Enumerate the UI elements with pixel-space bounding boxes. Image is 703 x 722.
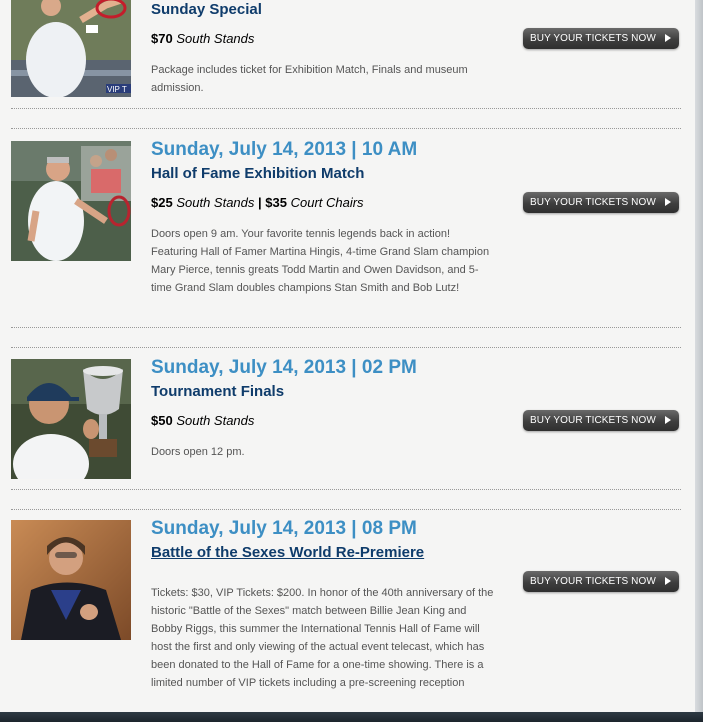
event-description: Doors open 12 pm.	[151, 446, 245, 458]
buy-tickets-button[interactable]: BUY YOUR TICKETS NOW	[523, 410, 679, 431]
price-area: Court Chairs	[290, 195, 364, 210]
event-description: Tickets: $30, VIP Tickets: $200. In hono…	[151, 587, 494, 689]
event-date: Sunday, July 14, 2013 | 10 AM	[151, 139, 418, 160]
divider	[11, 347, 681, 348]
event-title: Tournament Finals	[151, 383, 285, 400]
event-photo	[11, 141, 131, 261]
divider	[11, 108, 681, 109]
price-amount: $25	[151, 195, 173, 210]
buy-tickets-button[interactable]: BUY YOUR TICKETS NOW	[523, 28, 679, 49]
buy-tickets-label: BUY YOUR TICKETS NOW	[530, 33, 656, 44]
page-background-edge	[695, 0, 703, 712]
event-item: VIP T Sunday Special $70 South Stands Pa…	[11, 0, 681, 100]
event-title: Hall of Fame Exhibition Match	[151, 165, 365, 182]
event-date: Sunday, July 14, 2013 | 02 PM	[151, 357, 417, 378]
event-price: $70 South Stands	[151, 30, 496, 48]
buy-tickets-button[interactable]: BUY YOUR TICKETS NOW	[523, 192, 679, 213]
page-footer-edge	[0, 712, 703, 722]
price-area: South Stands	[176, 31, 255, 46]
buy-tickets-label: BUY YOUR TICKETS NOW	[530, 197, 656, 208]
divider	[11, 489, 681, 490]
event-item: Sunday, July 14, 2013 | 08 PM Battle of …	[11, 517, 681, 712]
event-photo	[11, 359, 131, 479]
event-photo: VIP T	[11, 0, 131, 97]
svg-text:VIP T: VIP T	[107, 85, 127, 94]
price-amount: $50	[151, 413, 173, 428]
event-photo	[11, 520, 131, 640]
price-area: South Stands	[176, 413, 255, 428]
event-title: Sunday Special	[151, 1, 262, 18]
play-arrow-icon	[665, 416, 671, 424]
event-date: Sunday, July 14, 2013 | 08 PM	[151, 518, 417, 539]
event-title-link[interactable]: Battle of the Sexes World Re-Premiere	[151, 543, 496, 563]
event-item: Sunday, July 14, 2013 | 02 PM Tournament…	[11, 356, 681, 486]
play-arrow-icon	[665, 577, 671, 585]
event-price: $50 South Stands	[151, 412, 496, 430]
play-arrow-icon	[665, 198, 671, 206]
event-description: Doors open 9 am. Your favorite tennis le…	[151, 228, 490, 294]
price-amount: $70	[151, 31, 173, 46]
divider	[11, 509, 681, 510]
buy-tickets-label: BUY YOUR TICKETS NOW	[530, 576, 656, 587]
divider	[11, 128, 681, 129]
price-area: South Stands	[176, 195, 255, 210]
events-list: VIP T Sunday Special $70 South Stands Pa…	[0, 0, 695, 712]
price-separator: |	[254, 195, 266, 210]
event-item: Sunday, July 14, 2013 | 10 AM Hall of Fa…	[11, 138, 681, 328]
buy-tickets-button[interactable]: BUY YOUR TICKETS NOW	[523, 571, 679, 592]
price-amount: $35	[265, 195, 287, 210]
play-arrow-icon	[665, 34, 671, 42]
buy-tickets-label: BUY YOUR TICKETS NOW	[530, 415, 656, 426]
event-price: $25 South Stands | $35 Court Chairs	[151, 194, 496, 212]
event-description: Package includes ticket for Exhibition M…	[151, 64, 468, 94]
divider	[11, 327, 681, 328]
